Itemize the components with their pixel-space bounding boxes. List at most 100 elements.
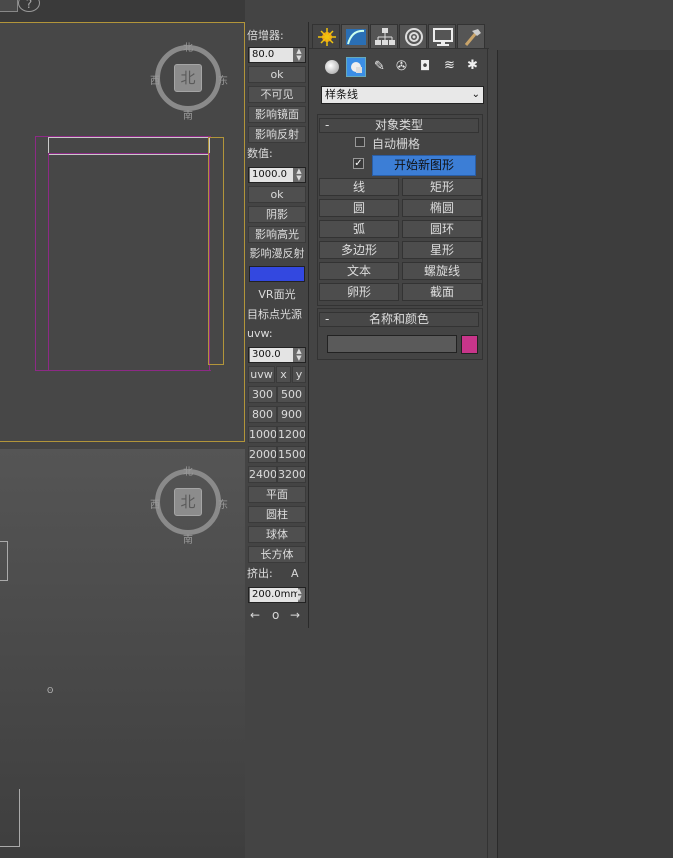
sphere-button[interactable]: 球体: [248, 526, 306, 543]
tab-create[interactable]: [312, 24, 340, 48]
ok-button-1[interactable]: ok: [248, 66, 306, 83]
arrow-left-button[interactable]: ←: [250, 608, 260, 622]
viewcube-compass-bottom[interactable]: 北: [155, 469, 221, 535]
viewcube-compass[interactable]: 北: [155, 45, 221, 111]
spinner-arrows-icon[interactable]: ▲ ▼: [295, 588, 303, 602]
spinner-arrows-icon[interactable]: ▲ ▼: [295, 168, 303, 182]
size-button[interactable]: 800: [248, 406, 277, 423]
size-button[interactable]: 2400: [248, 466, 277, 483]
shape-button-donut[interactable]: 圆环: [402, 220, 482, 238]
cylinder-button[interactable]: 圆柱: [248, 506, 306, 523]
affect-specular-button[interactable]: 影响镜面: [248, 106, 306, 123]
scene-object-bottom[interactable]: [0, 789, 20, 847]
tab-utilities[interactable]: [457, 24, 485, 48]
ok-button-2[interactable]: ok: [248, 186, 306, 203]
plane-button[interactable]: 平面: [248, 486, 306, 503]
help-icon[interactable]: ?: [18, 0, 40, 12]
size-button[interactable]: 500: [277, 386, 306, 403]
extrude-value[interactable]: 200.0mm: [250, 588, 298, 602]
shape-button-helix[interactable]: 螺旋线: [402, 262, 482, 280]
size-button[interactable]: 1000: [248, 426, 277, 443]
viewport-top[interactable]: 北 北 南 东 西: [0, 22, 245, 442]
invisible-button[interactable]: 不可见: [248, 86, 306, 103]
viewport-perspective[interactable]: 北 北 南 东 西 ʘ: [0, 449, 245, 858]
display-icon: [433, 28, 453, 46]
shape-button-section[interactable]: 截面: [402, 283, 482, 301]
scene-object-edge[interactable]: [0, 541, 8, 581]
uvw-label: uvw:: [247, 327, 273, 340]
hierarchy-icon: [375, 28, 395, 45]
tab-display[interactable]: [428, 24, 456, 48]
spinner-arrows-icon[interactable]: ▲ ▼: [295, 48, 303, 62]
extrude-spinner[interactable]: 200.0mm ▲ ▼: [248, 587, 306, 603]
size-button[interactable]: 300: [248, 386, 277, 403]
x-button[interactable]: x: [276, 366, 291, 383]
target-light-button[interactable]: 目标点光源: [247, 307, 302, 323]
shadow-button[interactable]: 阴影: [248, 206, 306, 223]
lights-icon[interactable]: ✎: [374, 59, 385, 74]
shape-button-circle[interactable]: 圆: [319, 199, 399, 217]
viewport-menu-icon[interactable]: [0, 0, 18, 12]
tab-motion[interactable]: [399, 24, 427, 48]
uvw-value[interactable]: 300.0: [250, 348, 293, 362]
shape-button-egg[interactable]: 卵形: [319, 283, 399, 301]
category-dropdown[interactable]: 样条线 ⌄: [321, 86, 484, 104]
size-button[interactable]: 1200: [277, 426, 306, 443]
shape-button-star[interactable]: 星形: [402, 241, 482, 259]
y-button[interactable]: y: [292, 366, 306, 383]
value-spinner[interactable]: 1000.0 ▲ ▼: [248, 167, 306, 183]
light-color-swatch[interactable]: [249, 266, 305, 282]
vr-plane-light-button[interactable]: VR面光: [248, 287, 306, 304]
extrude-a-button[interactable]: A: [291, 566, 299, 582]
object-type-header[interactable]: - 对象类型: [319, 118, 479, 133]
viewcube-center[interactable]: 北: [174, 64, 202, 92]
autogrid-checkbox[interactable]: [355, 137, 365, 147]
object-name-field[interactable]: [327, 335, 457, 353]
shapes-icon[interactable]: [346, 57, 366, 77]
size-button[interactable]: 2000: [248, 446, 277, 463]
shape-button-text[interactable]: 文本: [319, 262, 399, 280]
affect-highlight-button[interactable]: 影响高光: [248, 226, 306, 243]
arrow-o-button[interactable]: o: [272, 608, 279, 622]
multiplier-label: 倍增器:: [247, 29, 284, 42]
compass-north-label-bottom: 北: [183, 467, 193, 478]
affect-reflection-button[interactable]: 影响反射: [248, 126, 306, 143]
value-value[interactable]: 1000.0: [250, 168, 293, 182]
category-dropdown-value: 样条线: [325, 88, 358, 101]
size-button[interactable]: 900: [277, 406, 306, 423]
command-panel: ✎ ✇ ◘ ≋ ✱ 样条线 ⌄ - 对象类型 自动栅格 ✓ 开始新图形 线 矩形…: [309, 22, 489, 858]
viewcube-center-bottom[interactable]: 北: [174, 488, 202, 516]
shape-button-line[interactable]: 线: [319, 178, 399, 196]
cameras-icon[interactable]: ✇: [396, 59, 407, 74]
affect-diffuse-button[interactable]: 影响漫反射: [246, 246, 308, 263]
uvw-spinner[interactable]: 300.0 ▲ ▼: [248, 347, 306, 363]
shape-button-ellipse[interactable]: 椭圆: [402, 199, 482, 217]
tab-modify[interactable]: [341, 24, 369, 48]
shape-button-ngon[interactable]: 多边形: [319, 241, 399, 259]
shape-button-rectangle[interactable]: 矩形: [402, 178, 482, 196]
object-outline-gold[interactable]: [208, 137, 224, 365]
arrow-right-button[interactable]: →: [290, 608, 300, 622]
uvw-button[interactable]: uvw: [248, 366, 275, 383]
geometry-icon[interactable]: [325, 60, 339, 74]
compass-south-label: 南: [183, 111, 193, 122]
shape-button-arc[interactable]: 弧: [319, 220, 399, 238]
helpers-icon[interactable]: ◘: [420, 59, 430, 74]
box-button[interactable]: 长方体: [248, 546, 306, 563]
name-color-title: 名称和颜色: [368, 312, 429, 326]
extrude-label: 挤出:: [247, 567, 273, 580]
tab-hierarchy[interactable]: [370, 24, 398, 48]
space-warps-icon[interactable]: ≋: [444, 58, 455, 73]
systems-icon[interactable]: ✱: [467, 58, 478, 73]
size-button[interactable]: 3200: [277, 466, 306, 483]
size-button[interactable]: 1500: [277, 446, 306, 463]
name-color-header[interactable]: - 名称和颜色: [319, 312, 479, 327]
object-color-swatch[interactable]: [461, 335, 478, 354]
start-new-shape-button[interactable]: 开始新图形: [372, 155, 476, 176]
multiplier-value[interactable]: 80.0: [250, 48, 293, 62]
start-new-shape-checkbox[interactable]: ✓: [353, 158, 364, 169]
multiplier-spinner[interactable]: 80.0 ▲ ▼: [248, 47, 306, 63]
compass-east-label: 东: [218, 76, 228, 87]
object-outline-inner[interactable]: [48, 153, 210, 371]
spinner-arrows-icon[interactable]: ▲ ▼: [295, 348, 303, 362]
